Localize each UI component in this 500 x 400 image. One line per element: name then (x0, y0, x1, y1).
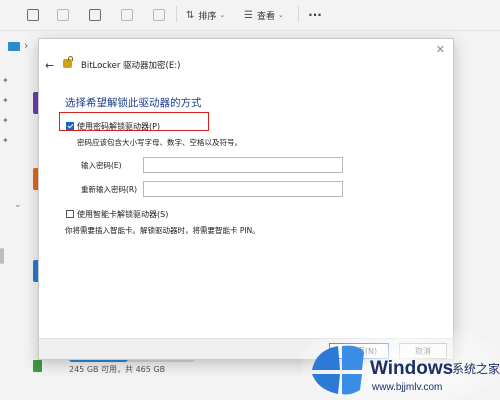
close-icon[interactable]: ✕ (436, 43, 445, 56)
chevron-down-icon: ⌄ (219, 11, 226, 19)
reenter-password-field[interactable] (143, 181, 343, 197)
more-options-button[interactable]: ··· (306, 5, 324, 25)
smartcard-unlock-checkbox[interactable] (66, 210, 74, 218)
back-arrow-icon[interactable]: ← (45, 59, 54, 72)
view-icon: ☰ (244, 9, 253, 21)
password-unlock-checkbox[interactable] (66, 122, 74, 130)
pin-icon: ✦ (2, 136, 9, 145)
sort-button[interactable]: ⇅ 排序 ⌄ (186, 5, 225, 25)
sort-label: 排序 (198, 11, 217, 22)
next-button[interactable]: 下一页(N) (329, 343, 389, 359)
this-pc-icon (8, 42, 20, 51)
explorer-toolbar: ⇅ 排序 ⌄ ☰ 查看 ⌄ ··· (0, 0, 500, 31)
toolbar-divider (298, 6, 299, 22)
password-hint-text: 密码应该包含大小写字母、数字、空格以及符号。 (77, 138, 242, 147)
nav-scroll-indicator[interactable] (0, 248, 4, 264)
reenter-password-label: 重新输入密码(R) (81, 185, 138, 194)
bitlocker-dialog: ✕ ← BitLocker 驱动器加密(E:) 选择希望解锁此驱动器的方式 使用… (38, 38, 454, 360)
smartcard-unlock-label[interactable]: 使用智能卡解锁驱动器(S) (77, 209, 168, 220)
chevron-right-icon[interactable]: › (24, 39, 28, 52)
share-icon[interactable] (120, 5, 134, 25)
delete-icon[interactable] (152, 5, 166, 25)
sort-icon: ⇅ (186, 9, 195, 21)
watermark-url: www.bjjmlv.com (371, 382, 442, 393)
pin-icon: ✦ (2, 96, 9, 105)
rename-icon[interactable] (88, 5, 102, 25)
copy-icon[interactable] (26, 5, 40, 25)
chevron-down-icon[interactable]: ⌄ (14, 200, 22, 210)
dialog-title: BitLocker 驱动器加密(E:) (81, 61, 181, 71)
password-unlock-label[interactable]: 使用密码解锁驱动器(P) (77, 121, 160, 132)
chevron-down-icon: ⌄ (277, 11, 284, 19)
dialog-footer: 下一页(N) 取消 (39, 338, 453, 359)
pin-icon: ✦ (2, 76, 9, 85)
bitlocker-lock-icon (63, 56, 73, 68)
enter-password-label: 输入密码(E) (81, 161, 122, 170)
drive-icon (33, 360, 42, 372)
paste-icon[interactable] (56, 5, 70, 25)
page-heading: 选择希望解锁此驱动器的方式 (65, 97, 202, 109)
pin-icon: ✦ (2, 116, 9, 125)
enter-password-field[interactable] (143, 157, 343, 173)
view-button[interactable]: ☰ 查看 ⌄ (244, 5, 284, 25)
drive-space-text: 245 GB 可用，共 465 GB (69, 365, 166, 374)
cancel-button[interactable]: 取消 (399, 343, 447, 359)
address-bar[interactable]: › (0, 33, 40, 61)
smartcard-hint-text: 你将需要插入智能卡。解锁驱动器时，将需要智能卡 PIN。 (65, 226, 260, 235)
view-label: 查看 (256, 11, 275, 22)
toolbar-divider (176, 6, 177, 22)
watermark-tagline: 系统之家 (452, 361, 500, 376)
navigation-pane: ✦ ✦ ✦ ✦ ⌄ (0, 62, 41, 400)
watermark-brand: Windows (370, 358, 453, 379)
